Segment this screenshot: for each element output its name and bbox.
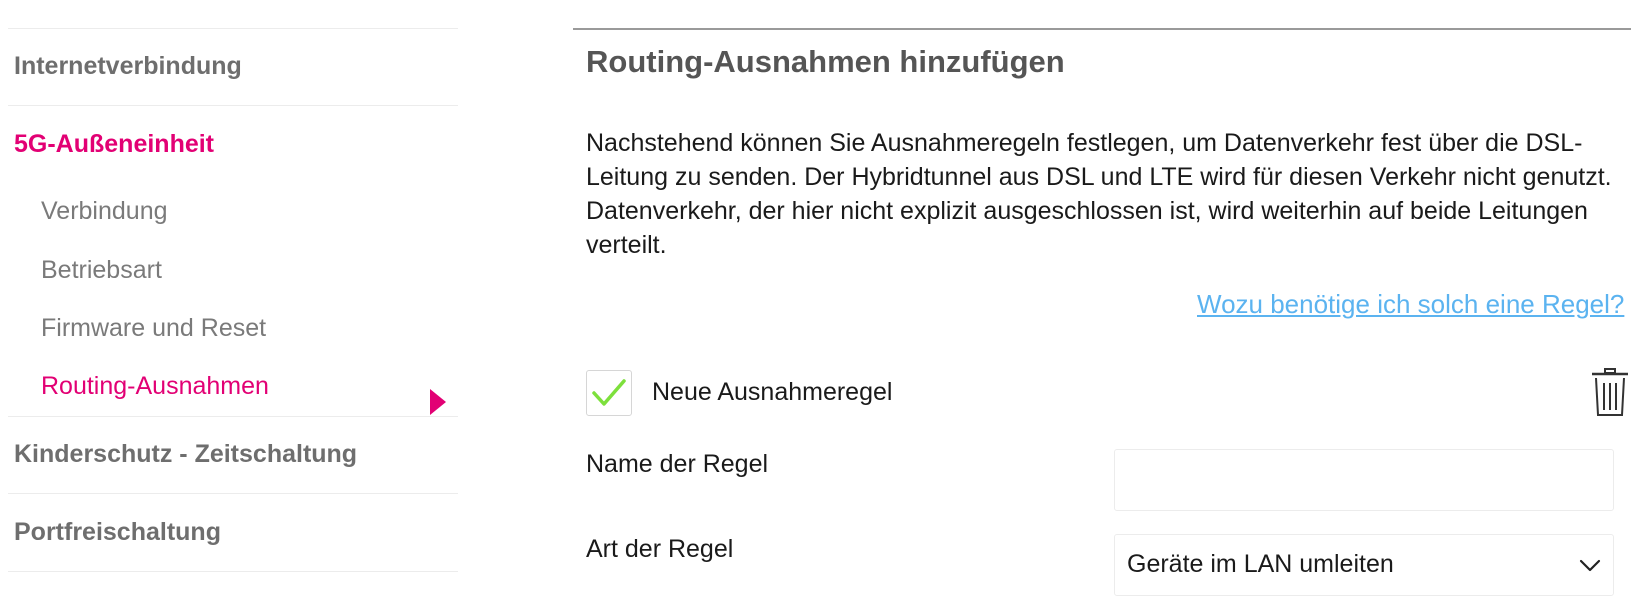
sidebar-subitem-betriebsart[interactable]: Betriebsart	[41, 256, 162, 285]
sidebar-subitem-verbindung[interactable]: Verbindung	[41, 197, 168, 226]
rule-enabled-checkbox[interactable]	[586, 370, 632, 416]
divider	[8, 28, 458, 29]
rule-name-input[interactable]	[1114, 449, 1614, 511]
sidebar-item-portfreischaltung[interactable]: Portfreischaltung	[14, 518, 221, 547]
trash-icon	[1592, 368, 1628, 416]
triangle-right-icon	[430, 389, 446, 415]
description-text: Nachstehend können Sie Ausnahmeregeln fe…	[586, 129, 1612, 259]
rule-title: Neue Ausnahmeregel	[652, 378, 893, 406]
sidebar-item-kinderschutz[interactable]: Kinderschutz - Zeitschaltung	[14, 440, 357, 469]
sidebar-item-5g-ausseneinheit[interactable]: 5G-Außeneinheit	[14, 130, 214, 159]
checkmark-icon	[592, 379, 626, 406]
delete-rule-button[interactable]	[1590, 368, 1630, 423]
sidebar-item-internetverbindung[interactable]: Internetverbindung	[14, 52, 242, 81]
divider	[8, 493, 458, 494]
chevron-down-icon	[1579, 559, 1601, 572]
divider	[8, 571, 458, 572]
divider	[8, 416, 458, 417]
rule-type-select[interactable]: Geräte im LAN umleiten	[1114, 534, 1614, 596]
divider	[8, 105, 458, 106]
help-link[interactable]: Wozu benötige ich solch eine Regel?	[1197, 289, 1624, 320]
divider	[573, 28, 1631, 30]
rule-type-label: Art der Regel	[586, 535, 734, 563]
page-title: Routing-Ausnahmen hinzufügen	[586, 44, 1065, 79]
sidebar-subitem-firmware-reset[interactable]: Firmware und Reset	[41, 314, 266, 343]
sidebar-subitem-routing-ausnahmen[interactable]: Routing-Ausnahmen	[41, 372, 269, 401]
rule-type-value: Geräte im LAN umleiten	[1127, 550, 1394, 578]
main-content: Routing-Ausnahmen hinzufügen Nachstehend…	[573, 0, 1631, 603]
rule-name-label: Name der Regel	[586, 450, 769, 478]
sidebar-nav: Internetverbindung 5G-Außeneinheit Verbi…	[0, 0, 458, 603]
